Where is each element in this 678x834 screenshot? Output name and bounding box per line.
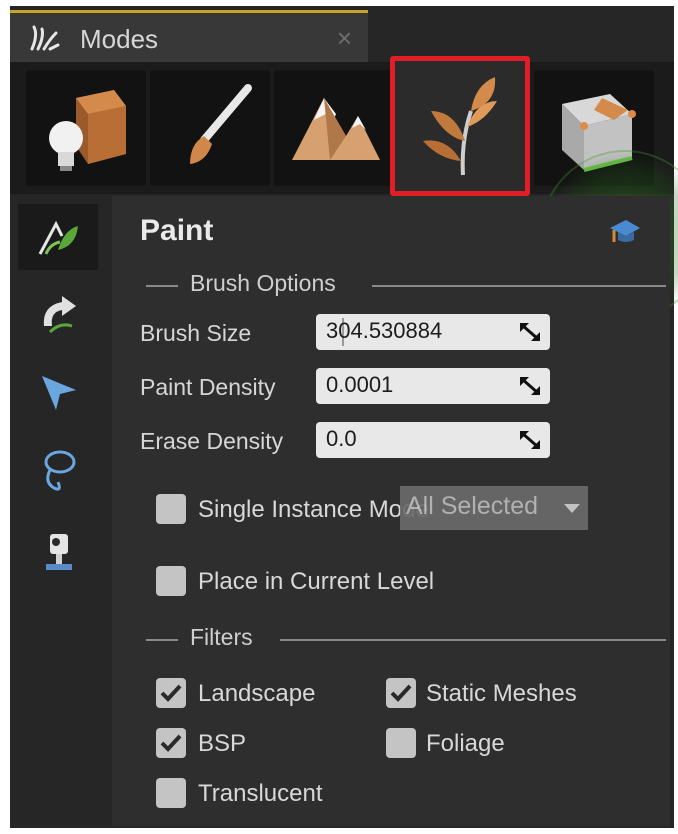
landscape-mode-button[interactable] xyxy=(274,70,394,186)
brush-options-header[interactable]: Brush Options xyxy=(140,270,666,300)
single-instance-label: Single Instance Mode xyxy=(198,496,429,523)
brush-size-value: 304.530884 xyxy=(326,318,443,343)
foliage-mode-button[interactable] xyxy=(390,56,530,196)
select-tool-button[interactable] xyxy=(18,360,98,426)
modes-tab[interactable]: Modes × xyxy=(10,10,368,62)
paint-mode-button[interactable] xyxy=(150,70,270,186)
paint-density-value: 0.0001 xyxy=(326,372,394,397)
foliage-filter-checkbox[interactable] xyxy=(386,728,416,758)
paint-panel: Paint Brush Options Brush Size 304.53088… xyxy=(112,196,670,826)
single-instance-checkbox[interactable] xyxy=(156,494,186,524)
static-meshes-filter-checkbox[interactable] xyxy=(386,678,416,708)
chevron-down-icon xyxy=(564,504,580,513)
translucent-filter-checkbox[interactable] xyxy=(156,778,186,808)
close-icon[interactable]: × xyxy=(337,23,352,54)
expand-arrows-icon xyxy=(520,377,540,395)
tool-sidebar xyxy=(10,196,110,826)
foliage-filter-label: Foliage xyxy=(426,730,505,757)
paint-bucket-icon xyxy=(46,534,72,570)
paint-tool-button[interactable] xyxy=(18,204,98,270)
bsp-filter-label: BSP xyxy=(198,730,247,757)
section-divider xyxy=(146,639,178,641)
section-divider xyxy=(372,285,666,287)
mountains-icon xyxy=(292,98,380,160)
expand-arrows-icon xyxy=(520,431,540,449)
place-mode-button[interactable] xyxy=(26,70,146,186)
section-divider xyxy=(280,639,666,641)
reapply-icon xyxy=(43,296,76,334)
tutorial-icon[interactable] xyxy=(608,216,642,246)
plant-leaf-icon xyxy=(423,77,497,176)
lasso-icon xyxy=(44,450,76,491)
paintbrush-icon xyxy=(190,84,252,164)
section-label: Filters xyxy=(190,624,253,650)
translucent-filter-label: Translucent xyxy=(198,780,323,807)
single-instance-dropdown[interactable]: All Selected xyxy=(400,486,588,530)
checkmark-icon xyxy=(160,734,182,752)
reapply-tool-button[interactable] xyxy=(18,280,98,346)
cube-lightbulb-icon xyxy=(49,90,126,171)
place-in-level-checkbox[interactable] xyxy=(156,566,186,596)
foliage-paint-icon xyxy=(38,220,78,255)
lasso-tool-button[interactable] xyxy=(18,436,98,502)
panel-title: Paint xyxy=(140,214,214,247)
modes-icon xyxy=(30,25,60,51)
fill-tool-button[interactable] xyxy=(18,516,98,582)
landscape-filter-label: Landscape xyxy=(198,680,316,707)
expand-arrows-icon xyxy=(520,323,540,341)
tab-title: Modes xyxy=(80,24,159,54)
erase-density-value: 0.0 xyxy=(326,426,357,451)
checkmark-icon xyxy=(160,684,182,702)
brush-size-label: Brush Size xyxy=(140,320,252,346)
paint-density-input[interactable]: 0.0001 xyxy=(316,368,550,404)
checkmark-icon xyxy=(390,684,412,702)
dropdown-value: All Selected xyxy=(406,492,539,520)
filters-header[interactable]: Filters xyxy=(140,624,666,654)
paint-density-label: Paint Density xyxy=(140,374,276,400)
erase-density-label: Erase Density xyxy=(140,428,284,454)
place-in-level-label: Place in Current Level xyxy=(198,568,435,595)
select-arrow-icon xyxy=(42,376,76,410)
section-divider xyxy=(146,285,178,287)
static-meshes-filter-label: Static Meshes xyxy=(426,680,577,707)
section-label: Brush Options xyxy=(190,270,336,296)
erase-density-input[interactable]: 0.0 xyxy=(316,422,550,458)
bsp-filter-checkbox[interactable] xyxy=(156,728,186,758)
landscape-filter-checkbox[interactable] xyxy=(156,678,186,708)
brush-size-input[interactable]: 304.530884 xyxy=(316,314,550,350)
